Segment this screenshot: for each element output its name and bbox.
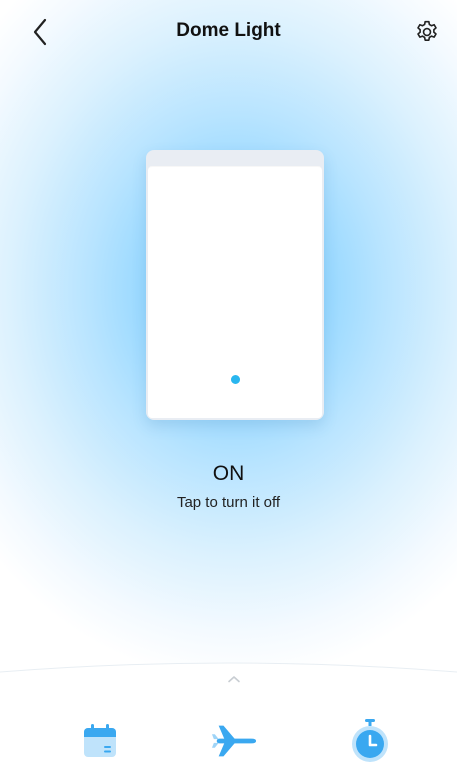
timer-button[interactable] (347, 718, 393, 764)
expand-panel-handle[interactable] (224, 672, 244, 686)
switch-paddle (148, 166, 322, 418)
header-bar: Dome Light (0, 0, 457, 64)
gear-icon (417, 20, 437, 41)
away-mode-button[interactable] (211, 718, 257, 764)
page-title: Dome Light (176, 20, 281, 41)
settings-button[interactable] (412, 17, 442, 47)
calendar-icon (84, 724, 116, 757)
toggle-hint-text: Tap to turn it off (176, 494, 281, 511)
stopwatch-icon (352, 719, 388, 762)
device-state-label: ON (212, 462, 245, 485)
schedule-button[interactable] (77, 718, 123, 764)
status-led-indicator (231, 375, 240, 384)
airplane-icon (211, 725, 257, 757)
chevron-up-icon (228, 676, 240, 683)
light-switch-toggle[interactable] (146, 150, 324, 420)
